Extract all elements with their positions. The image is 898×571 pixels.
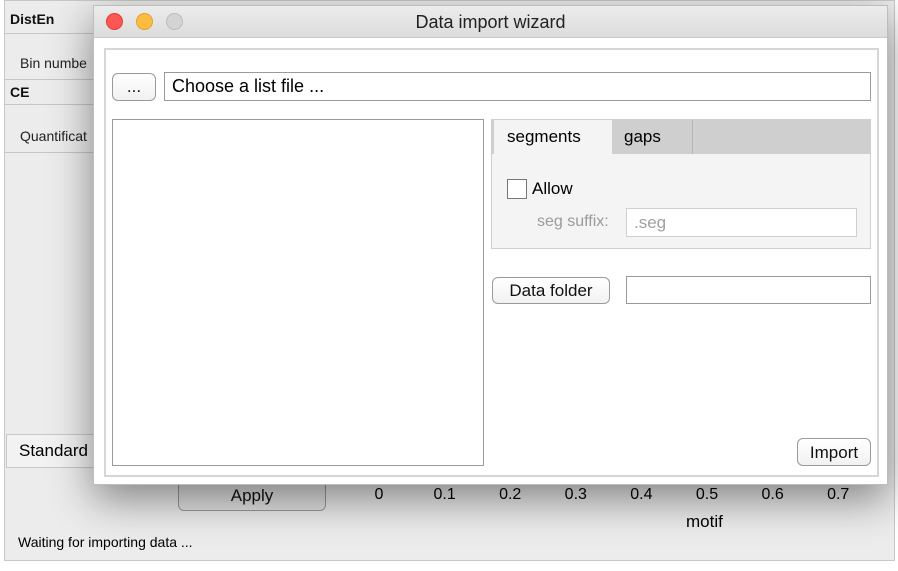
section-header-disten: DistEn (10, 11, 55, 27)
x-tick-label: 0.3 (564, 486, 587, 503)
list-file-input[interactable]: Choose a list file ... (164, 72, 871, 101)
allow-label: Allow (532, 179, 573, 198)
close-icon[interactable] (106, 13, 123, 30)
data-folder-input[interactable] (626, 276, 871, 304)
x-axis-label: motif (686, 512, 723, 531)
apply-button[interactable]: Apply (178, 481, 326, 511)
standard-tab[interactable]: Standard (6, 434, 106, 468)
allow-checkbox[interactable] (507, 179, 527, 199)
x-tick-label: 0.7 (827, 486, 850, 503)
dialog-title-bar[interactable]: Data import wizard (94, 6, 887, 38)
tab-segments[interactable]: segments (494, 120, 612, 155)
file-list[interactable] (112, 119, 484, 466)
zoom-icon (166, 13, 183, 30)
status-text: Waiting for importing data ... (18, 534, 193, 550)
seg-suffix-label: seg suffix: (537, 213, 609, 230)
x-tick-label: 0.2 (499, 486, 522, 503)
tab-gaps[interactable]: gaps (612, 120, 693, 154)
data-folder-button[interactable]: Data folder (492, 277, 610, 304)
bin-number-label: Bin numbe (20, 55, 87, 71)
seg-suffix-input: .seg (626, 208, 857, 237)
quantification-label: Quantificat (20, 128, 87, 144)
x-tick-label: 0 (374, 486, 384, 503)
x-tick-label: 0 (884, 486, 898, 504)
x-tick-label: 0.6 (761, 486, 784, 503)
tab-panel: segments gaps Allow seg suffix: .seg (491, 119, 871, 249)
section-header-ce: CE (10, 84, 30, 100)
x-tick-label: 0.1 (433, 486, 456, 503)
browse-button[interactable]: ... (112, 73, 156, 101)
dialog-title: Data import wizard (415, 12, 566, 32)
minimize-icon[interactable] (136, 13, 153, 30)
x-tick-label: 0.4 (630, 486, 653, 503)
x-tick-label: 0.5 (695, 486, 719, 503)
import-button[interactable]: Import (797, 438, 871, 466)
data-import-dialog: Data import wizard ... Choose a list fil… (93, 5, 888, 485)
